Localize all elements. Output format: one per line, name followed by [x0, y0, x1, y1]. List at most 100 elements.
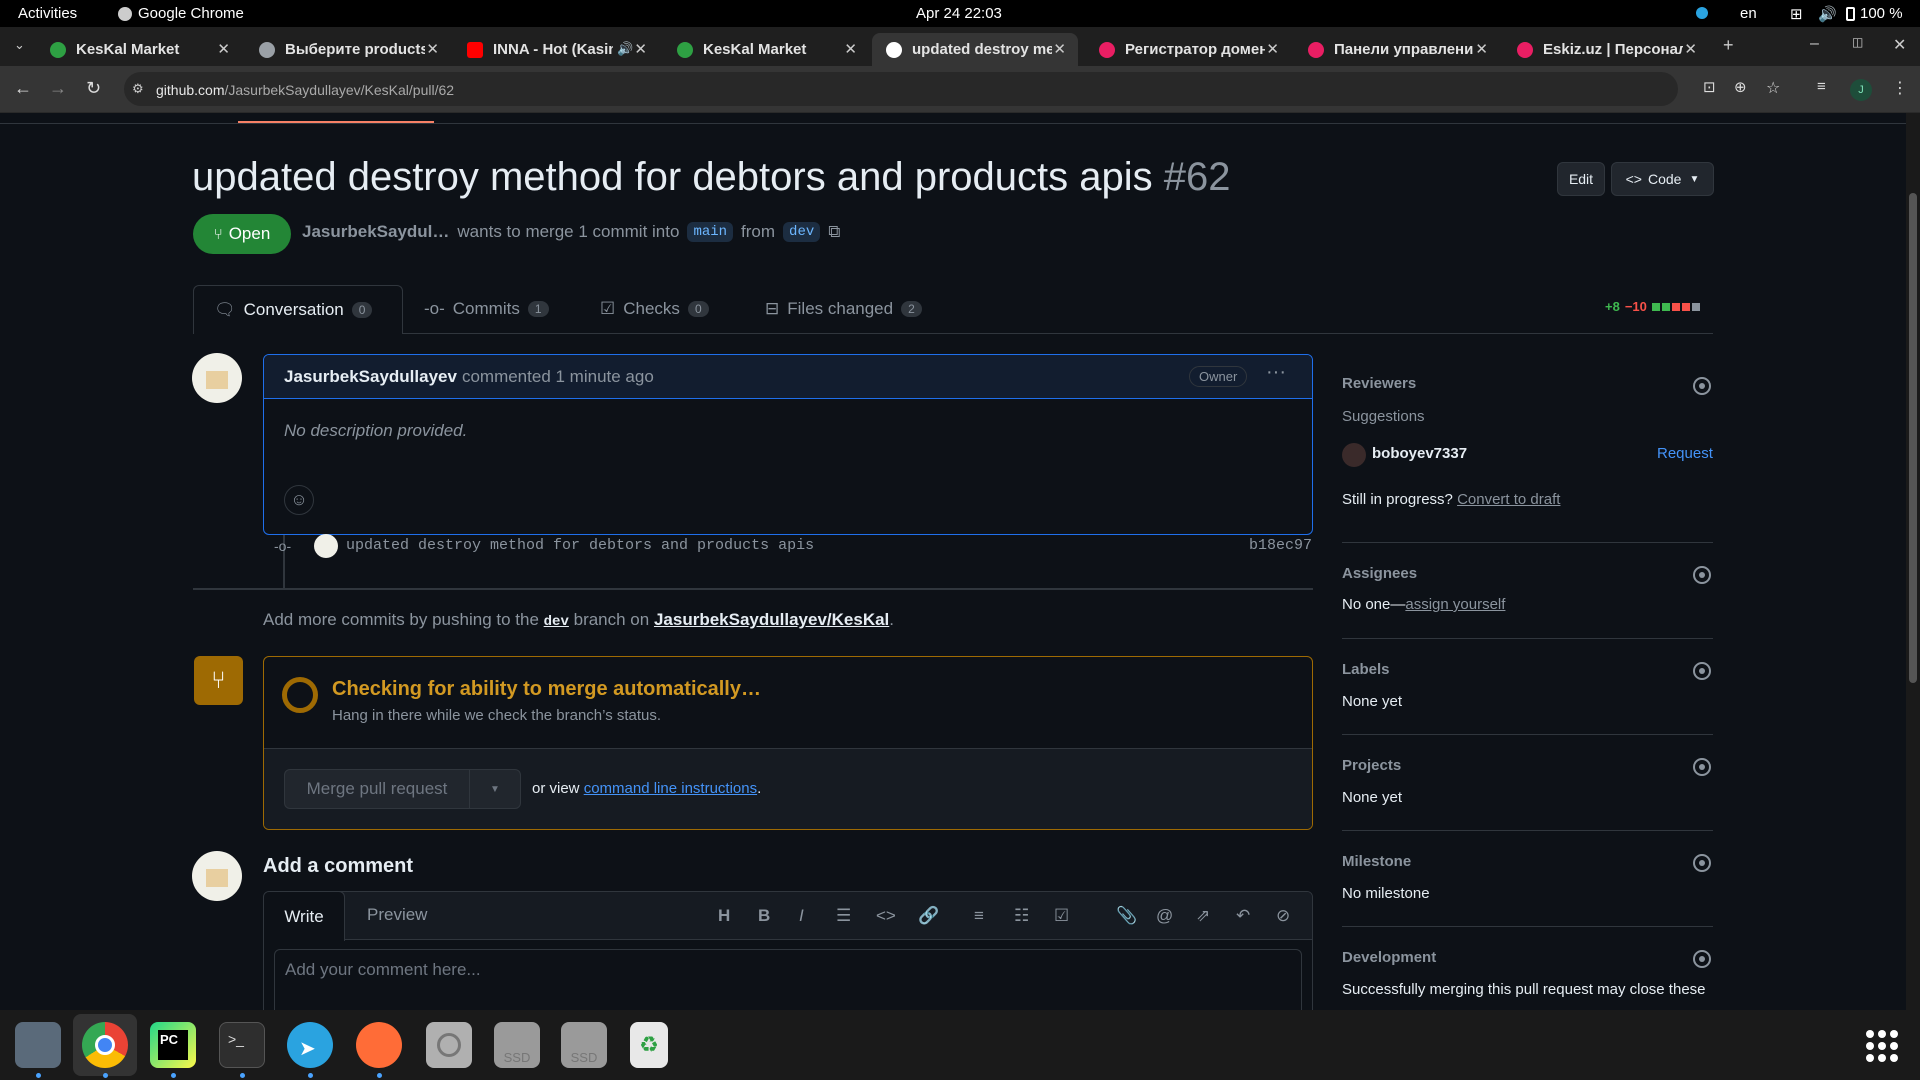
close-icon[interactable]: ✕: [1053, 40, 1066, 58]
cli-instructions-link[interactable]: command line instructions: [584, 780, 757, 797]
base-branch[interactable]: main: [687, 222, 734, 242]
italic-icon[interactable]: I: [799, 906, 804, 926]
postman-app-icon[interactable]: [356, 1022, 402, 1068]
ssd-drive-icon[interactable]: SSD: [494, 1022, 540, 1068]
trash-icon[interactable]: ♻: [630, 1022, 668, 1068]
gear-icon[interactable]: [1693, 854, 1711, 872]
tab-control-panel[interactable]: Панели управлени ✕: [1294, 33, 1500, 66]
comment-textarea[interactable]: Add your comment here...: [274, 949, 1302, 1010]
close-icon[interactable]: ✕: [1266, 40, 1279, 58]
code-button[interactable]: <> Code ▼: [1611, 162, 1714, 196]
reviewer-name[interactable]: boboyev7337: [1372, 445, 1467, 462]
write-tab[interactable]: Write: [264, 892, 345, 941]
network-icon[interactable]: ⊞: [1790, 5, 1803, 23]
minimize-icon[interactable]: –: [1810, 35, 1819, 53]
activities-button[interactable]: Activities: [18, 5, 77, 22]
battery-indicator[interactable]: 100 %: [1846, 5, 1903, 22]
tab-search-icon[interactable]: ⌄: [14, 37, 25, 53]
task-list-icon[interactable]: ☑: [1054, 906, 1069, 926]
tab-registrar[interactable]: Регистратор домен ✕: [1085, 33, 1291, 66]
gear-icon[interactable]: [1693, 950, 1711, 968]
site-info-icon[interactable]: ⚙: [132, 81, 144, 97]
new-tab-icon[interactable]: +: [1723, 35, 1734, 56]
volume-icon[interactable]: 🔊: [1818, 5, 1837, 23]
slash-commands-icon[interactable]: ⊘: [1276, 906, 1290, 926]
preview-tab[interactable]: Preview: [367, 905, 427, 925]
kebab-horizontal-icon[interactable]: ···: [1266, 361, 1286, 384]
tab-products[interactable]: Выберите products ✕: [245, 33, 451, 66]
convert-to-draft-link[interactable]: Convert to draft: [1457, 491, 1560, 508]
tab-files-changed[interactable]: ⊟ Files changed 2: [765, 299, 922, 319]
profile-avatar[interactable]: J: [1850, 79, 1872, 101]
commit-author-avatar[interactable]: [314, 534, 338, 558]
media-controls-icon[interactable]: ≡: [1817, 78, 1826, 95]
sidebar-reviewers-heading[interactable]: Reviewers: [1342, 375, 1416, 393]
sidebar-milestone-heading[interactable]: Milestone: [1342, 853, 1411, 871]
code-icon[interactable]: <>: [876, 906, 896, 926]
cross-reference-icon[interactable]: ⇗: [1196, 906, 1210, 926]
telegram-tray-icon[interactable]: [1696, 7, 1708, 19]
merge-options-dropdown[interactable]: ▼: [469, 769, 521, 809]
tab-commits[interactable]: -o- Commits 1: [424, 299, 549, 319]
sidebar-development-heading[interactable]: Development: [1342, 949, 1436, 967]
files-app-icon[interactable]: [15, 1022, 61, 1068]
zoom-icon[interactable]: ⊕: [1734, 78, 1747, 96]
author-link[interactable]: JasurbekSaydul…: [302, 222, 449, 242]
bookmark-star-icon[interactable]: ☆: [1766, 78, 1780, 98]
close-icon[interactable]: ✕: [844, 40, 857, 58]
comment-author[interactable]: JasurbekSaydullayev: [284, 367, 457, 387]
commit-message[interactable]: updated destroy method for debtors and p…: [346, 537, 814, 554]
scrollbar-thumb[interactable]: [1909, 193, 1917, 683]
edit-button[interactable]: Edit: [1557, 162, 1605, 196]
ssd-drive-icon[interactable]: SSD: [561, 1022, 607, 1068]
tab-eskiz[interactable]: Eskiz.uz | Персонал ✕: [1503, 33, 1709, 66]
tab-keskal-market-2[interactable]: KesKal Market ✕: [663, 33, 869, 66]
bold-icon[interactable]: B: [758, 906, 770, 926]
tab-keskal-market-1[interactable]: KesKal Market ✕: [36, 33, 242, 66]
repo-link[interactable]: JasurbekSaydullayev/KesKal: [654, 610, 889, 629]
gear-icon[interactable]: [1693, 377, 1711, 395]
avatar[interactable]: [192, 353, 242, 403]
heading-icon[interactable]: H: [718, 906, 730, 926]
app-menu[interactable]: Google Chrome: [118, 5, 244, 22]
gear-icon[interactable]: [1693, 662, 1711, 680]
reload-icon[interactable]: ↻: [86, 78, 101, 99]
assign-yourself-link[interactable]: assign yourself: [1405, 596, 1505, 613]
disc-app-icon[interactable]: [426, 1022, 472, 1068]
show-apps-icon[interactable]: [1866, 1030, 1898, 1062]
terminal-app-icon[interactable]: >_: [219, 1022, 265, 1068]
head-branch[interactable]: dev: [783, 222, 821, 242]
current-user-avatar[interactable]: [192, 851, 242, 901]
link-icon[interactable]: 🔗: [918, 906, 939, 926]
gear-icon[interactable]: [1693, 758, 1711, 776]
window-close-icon[interactable]: ✕: [1893, 35, 1906, 55]
unordered-list-icon[interactable]: ☷: [1014, 906, 1029, 926]
request-review-link[interactable]: Request: [1657, 445, 1713, 462]
comment-meta[interactable]: commented 1 minute ago: [462, 367, 654, 387]
saved-reply-icon[interactable]: ↶: [1236, 906, 1250, 926]
sidebar-projects-heading[interactable]: Projects: [1342, 757, 1401, 775]
close-icon[interactable]: ✕: [1475, 40, 1488, 58]
telegram-app-icon[interactable]: ➤: [287, 1022, 333, 1068]
scrollbar[interactable]: [1906, 113, 1920, 1010]
back-icon[interactable]: ←: [14, 78, 32, 99]
url-text[interactable]: github.com/JasurbekSaydullayev/KesKal/pu…: [156, 82, 454, 98]
clock[interactable]: Apr 24 22:03: [916, 5, 1002, 22]
tab-checks[interactable]: ☑ Checks 0: [600, 299, 709, 319]
close-icon[interactable]: ✕: [634, 40, 647, 58]
forward-icon[interactable]: →: [49, 78, 67, 99]
attach-icon[interactable]: 📎: [1116, 906, 1137, 926]
chrome-app-icon[interactable]: [82, 1022, 128, 1068]
pycharm-app-icon[interactable]: PC: [150, 1022, 196, 1068]
ordered-list-icon[interactable]: ≡: [974, 906, 984, 926]
sidebar-labels-heading[interactable]: Labels: [1342, 661, 1390, 679]
close-icon[interactable]: ✕: [217, 40, 230, 58]
restore-icon[interactable]: ◫: [1852, 35, 1863, 49]
push-branch[interactable]: dev: [544, 614, 569, 630]
audio-playing-icon[interactable]: 🔊: [617, 41, 633, 57]
close-icon[interactable]: ✕: [1684, 40, 1697, 58]
tab-youtube[interactable]: INNA - Hot (Kasin 🔊 ✕: [453, 33, 659, 66]
quote-icon[interactable]: ☰: [836, 906, 851, 926]
menu-kebab-icon[interactable]: ⋮: [1892, 78, 1908, 98]
tab-github-pr[interactable]: updated destroy me ✕: [872, 33, 1078, 66]
